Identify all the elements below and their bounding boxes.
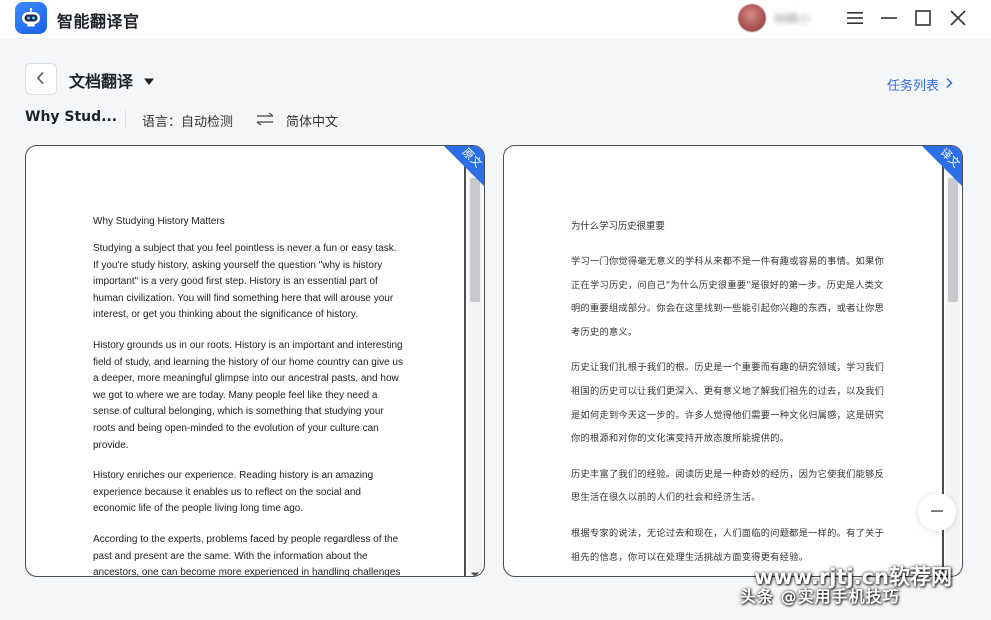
- target-title: 为什么学习历史很重要: [571, 221, 665, 232]
- translated-document-panel: 为什么学习历史很重要 学习一门你觉得毫无意义的学科从来都不是一件有趣或容易的事情…: [503, 145, 963, 577]
- task-list-link[interactable]: 任务列表: [887, 75, 953, 94]
- source-title: Why Studying History Matters: [93, 216, 225, 227]
- source-paragraph: Studying a subject that you feel pointle…: [93, 243, 397, 321]
- caret-down-icon[interactable]: [143, 72, 155, 91]
- maximize-icon[interactable]: [911, 6, 935, 30]
- chevron-left-icon: [36, 70, 46, 89]
- page-title[interactable]: 文档翻译: [69, 68, 133, 92]
- document-name: Why Stud...: [25, 109, 118, 125]
- minimize-icon[interactable]: [877, 6, 901, 30]
- source-scrollbar[interactable]: [468, 148, 482, 576]
- scroll-thumb[interactable]: [470, 178, 480, 302]
- zoom-out-button[interactable]: [918, 493, 956, 531]
- app-title: 智能翻译官: [57, 12, 140, 31]
- source-paragraph: According to the experts, problems faced…: [93, 533, 401, 577]
- target-paragraph: 历史丰富了我们的经验。阅读历史是一种奇妙的经历，因为它使我们能够反思生活在很久以…: [571, 468, 885, 504]
- robot-logo-icon: [15, 2, 47, 34]
- chevron-right-icon: [945, 77, 953, 93]
- target-paragraph: 历史让我们扎根于我们的根。历史是一个重要而有趣的研究领域，学习我们祖国的历史可以…: [571, 362, 885, 445]
- username[interactable]: 林鳞小: [774, 10, 826, 26]
- source-document-panel: Why Studying History Matters Studying a …: [25, 145, 485, 577]
- title-bar: 智能翻译官 林鳞小: [0, 0, 991, 38]
- watermark-line-2: 头条 @实用手机技巧: [740, 587, 900, 606]
- back-button[interactable]: [25, 63, 57, 95]
- minus-icon: [930, 503, 944, 522]
- divider: [125, 110, 126, 128]
- target-paragraph: 学习一门你觉得毫无意义的学科从来都不是一件有趣或容易的事情。如果你正在学习历史，…: [571, 256, 885, 338]
- close-icon[interactable]: [946, 6, 970, 30]
- avatar[interactable]: [738, 4, 766, 32]
- source-tag: 原文: [443, 146, 484, 187]
- source-paragraph: History grounds us in our roots. History…: [93, 339, 403, 451]
- swap-arrows-icon[interactable]: [256, 111, 274, 130]
- target-language-selector[interactable]: 简体中文: [286, 111, 338, 130]
- scroll-thumb[interactable]: [948, 178, 958, 302]
- source-page: Why Studying History Matters Studying a …: [93, 216, 403, 577]
- target-tag: 译文: [921, 146, 962, 187]
- panel-edge: [464, 146, 466, 576]
- hamburger-menu-icon[interactable]: [843, 6, 867, 30]
- target-page: 为什么学习历史很重要 学习一门你觉得毫无意义的学科从来都不是一件有趣或容易的事情…: [571, 216, 886, 576]
- source-language-selector[interactable]: 语言：自动检测: [142, 111, 233, 130]
- scroll-down-arrow-icon[interactable]: [471, 564, 479, 576]
- task-list-label: 任务列表: [887, 79, 940, 94]
- source-paragraph: History enriches our experience. Reading…: [93, 470, 374, 515]
